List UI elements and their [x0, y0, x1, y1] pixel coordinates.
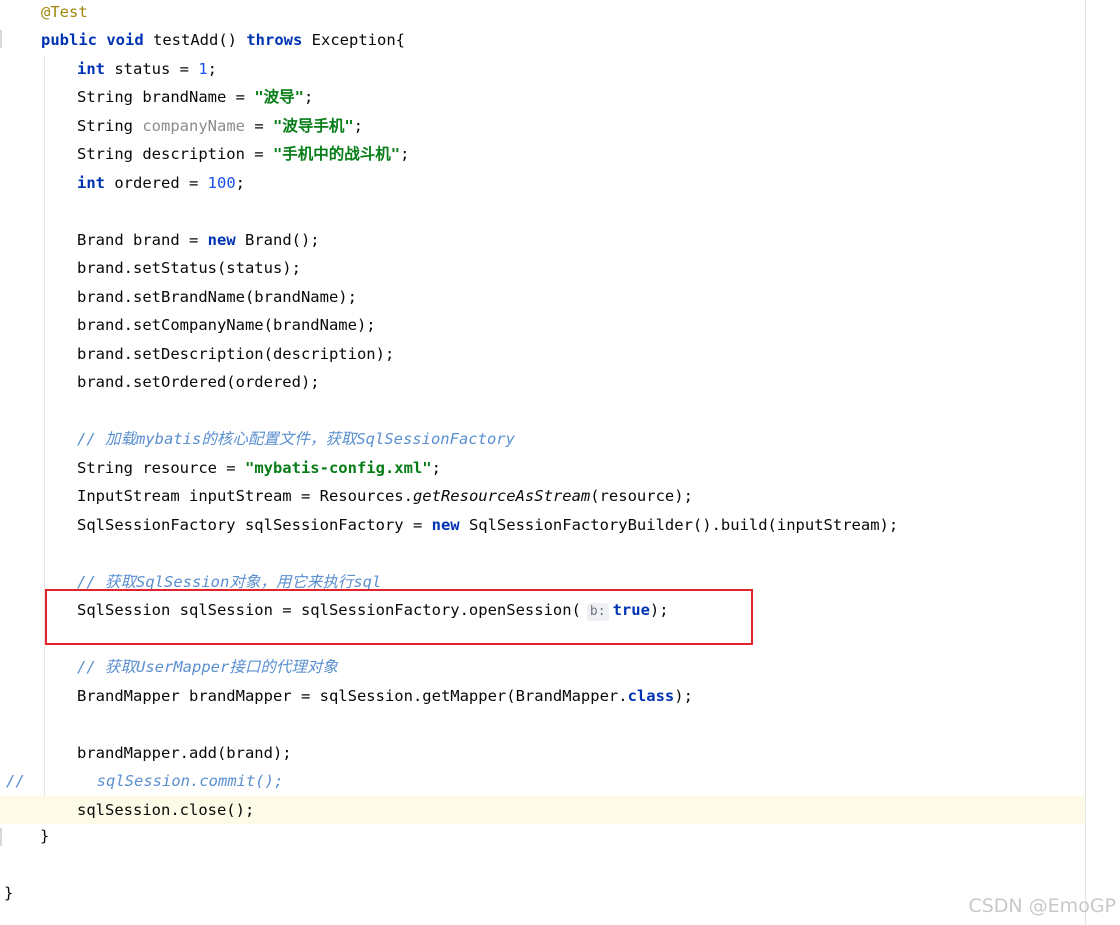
brand-constructor: Brand(); — [235, 231, 320, 249]
code-line-resource[interactable]: String resource = "mybatis-config.xml"; — [0, 454, 1085, 482]
comment-load-config: // 加载mybatis的核心配置文件，获取SqlSessionFactory — [77, 430, 515, 448]
code-line-set-ordered[interactable]: brand.setOrdered(ordered); — [0, 368, 1085, 396]
keyword-void: void — [106, 31, 144, 49]
code-line-set-description[interactable]: brand.setDescription(description); — [0, 340, 1085, 368]
set-brand-name-call: brand.setBrandName(brandName); — [77, 288, 357, 306]
semicolon: ; — [400, 145, 410, 163]
code-line-status[interactable]: int status = 1; — [0, 55, 1085, 83]
code-line-method-close[interactable]: } — [0, 822, 1085, 850]
code-line-class-close[interactable]: } — [0, 879, 1085, 907]
resource-string: "mybatis-config.xml" — [244, 459, 432, 477]
class-closing-brace: } — [4, 884, 14, 902]
brand-decl: Brand brand = — [77, 231, 208, 249]
code-line-description[interactable]: String description = "手机中的战斗机"; — [0, 140, 1085, 168]
mapper-add-call: brandMapper.add(brand); — [77, 744, 292, 762]
brand-name-decl: String brandName = — [77, 88, 255, 106]
brand-name-string: "波导" — [254, 88, 304, 106]
comment-get-mapper: // 获取UserMapper接口的代理对象 — [77, 658, 338, 676]
semicolon: ; — [207, 60, 218, 78]
code-line-mapper[interactable]: BrandMapper brandMapper = sqlSession.get… — [0, 682, 1085, 710]
code-line-ordered[interactable]: int ordered = 100; — [0, 169, 1085, 197]
semicolon: ; — [431, 459, 441, 477]
method-name: testAdd() — [143, 31, 247, 49]
highlight-box — [45, 589, 753, 645]
status-value: 1 — [198, 60, 208, 78]
code-line-comment-mapper[interactable]: // 获取UserMapper接口的代理对象 — [0, 653, 1085, 681]
assign-op: = — [244, 117, 273, 135]
code-line-company-name[interactable]: String companyName = "波导手机"; — [0, 112, 1085, 140]
code-line-set-company-name[interactable]: brand.setCompanyName(brandName); — [0, 311, 1085, 339]
keyword-int: int — [77, 60, 105, 78]
input-stream-args: (resource); — [590, 487, 693, 505]
code-line-close-current[interactable]: sqlSession.close(); — [0, 796, 1085, 824]
keyword-throws: throws — [246, 31, 303, 49]
semicolon: ; — [303, 88, 314, 106]
method-closing-brace: } — [40, 827, 50, 845]
ordered-decl: ordered = — [105, 174, 208, 192]
semicolon: ; — [353, 117, 363, 135]
method-signature-tail: Exception{ — [302, 31, 405, 49]
code-line-brand-new[interactable]: Brand brand = new Brand(); — [0, 226, 1085, 254]
session-close-call: sqlSession.close(); — [77, 801, 255, 819]
mapper-decl: BrandMapper brandMapper = sqlSession.get… — [77, 687, 628, 705]
factory-builder-call: SqlSessionFactoryBuilder().build(inputSt… — [459, 516, 899, 534]
code-line-brand-name[interactable]: String brandName = "波导"; — [0, 83, 1085, 111]
description-string: "手机中的战斗机" — [272, 145, 401, 163]
watermark: CSDN @EmoGP — [968, 895, 1116, 917]
set-status-call: brand.setStatus(status); — [77, 259, 301, 277]
code-line-annotation[interactable]: @Test — [0, 0, 1085, 26]
keyword-int: int — [77, 174, 105, 192]
keyword-new: new — [431, 516, 460, 534]
set-company-name-call: brand.setCompanyName(brandName); — [77, 316, 376, 334]
line-comment-slashes: // — [6, 772, 25, 790]
keyword-class: class — [627, 687, 675, 705]
keyword-new: new — [207, 231, 236, 249]
resource-decl: String resource = — [77, 459, 245, 477]
code-line-add[interactable]: brandMapper.add(brand); — [0, 739, 1085, 767]
set-description-call: brand.setDescription(description); — [77, 345, 395, 363]
description-decl: String description = — [77, 145, 273, 163]
company-name-string: "波导手机" — [272, 117, 354, 135]
code-line-set-status[interactable]: brand.setStatus(status); — [0, 254, 1085, 282]
set-ordered-call: brand.setOrdered(ordered); — [77, 373, 320, 391]
code-line-commented-commit[interactable]: // sqlSession.commit(); — [0, 767, 1085, 795]
status-decl: status = — [105, 60, 199, 78]
keyword-public: public — [41, 31, 97, 49]
code-line-comment-config[interactable]: // 加载mybatis的核心配置文件，获取SqlSessionFactory — [0, 425, 1085, 453]
call-end: ); — [674, 687, 693, 705]
right-margin-guide — [1085, 0, 1086, 925]
company-name-unused-var: companyName — [142, 117, 245, 135]
input-stream-decl: InputStream inputStream = Resources. — [77, 487, 413, 505]
static-method-call: getResourceAsStream — [412, 487, 591, 505]
company-name-type: String — [77, 117, 143, 135]
semicolon: ; — [235, 174, 245, 192]
code-line-factory[interactable]: SqlSessionFactory sqlSessionFactory = ne… — [0, 511, 1085, 539]
factory-decl: SqlSessionFactory sqlSessionFactory = — [77, 516, 432, 534]
code-line-method-signature[interactable]: public void testAdd() throws Exception{ — [0, 26, 1085, 54]
commented-commit-call: sqlSession.commit(); — [96, 772, 284, 790]
code-editor[interactable]: @Test public void testAdd() throws Excep… — [0, 0, 1120, 925]
code-line-set-brand-name[interactable]: brand.setBrandName(brandName); — [0, 283, 1085, 311]
test-annotation: @Test — [41, 3, 88, 21]
ordered-value: 100 — [207, 174, 236, 192]
code-line-input-stream[interactable]: InputStream inputStream = Resources.getR… — [0, 482, 1085, 510]
